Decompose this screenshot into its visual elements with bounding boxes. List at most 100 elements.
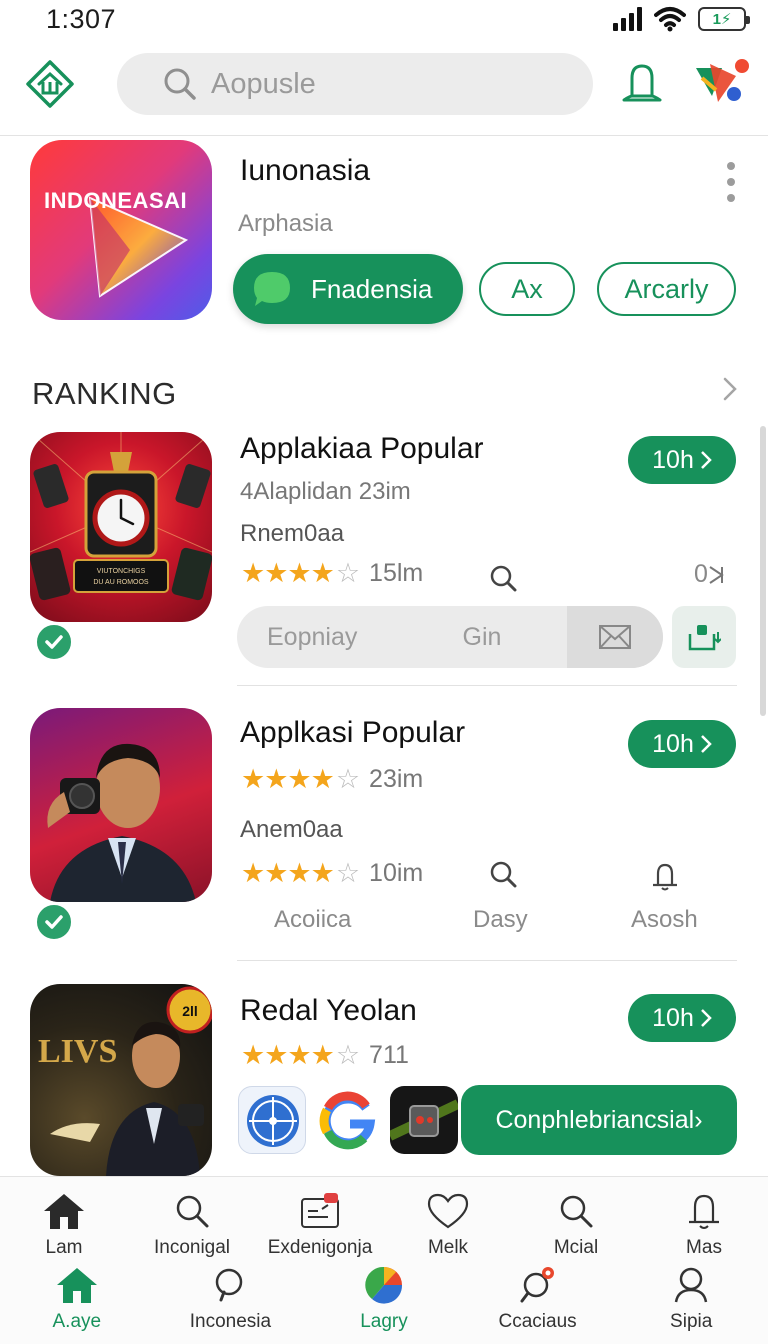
- rank-item-1-icon[interactable]: VIUTONCHIGS DU AU ROMOOS: [30, 432, 212, 622]
- brand-logo-icon[interactable]: [692, 56, 750, 110]
- related-apps: [238, 1086, 458, 1154]
- rank-item-2-time-button[interactable]: 10h: [628, 720, 736, 768]
- wifi-icon: [654, 7, 686, 32]
- compass-app-icon[interactable]: [238, 1086, 306, 1154]
- nav-item-ccaciaus[interactable]: Ccaciaus: [461, 1263, 615, 1333]
- ranking-title: RANKING: [32, 376, 177, 411]
- nav-item-inconesia[interactable]: Inconesia: [154, 1263, 308, 1333]
- nav-label: Melk: [427, 1237, 469, 1258]
- featured-app-icon[interactable]: INDONEASAI: [30, 140, 212, 320]
- rank-item-1-time-button[interactable]: 10h: [628, 436, 736, 484]
- rank-item-1[interactable]: VIUTONCHIGS DU AU ROMOOS Applakiaa Popul…: [0, 430, 768, 686]
- rank-item-1-time: 10h: [652, 445, 694, 474]
- rank-item-2-rating: ★★★★ ☆ 23im: [241, 764, 424, 794]
- rank-item-1-count: 15lm: [369, 559, 424, 587]
- app-header: [0, 48, 768, 136]
- nav-row-top: Lam Inconigal Exdenigonja Melk Mcial Mas: [0, 1189, 768, 1259]
- rank-item-2-rating-2: ★★★★ ☆ 10im: [241, 858, 424, 888]
- rank-item-2-count: 23im: [369, 765, 424, 793]
- search-input[interactable]: [211, 67, 511, 101]
- search-icon: [170, 1189, 214, 1233]
- featured-card: INDONEASAI Iunonasia Arphasia Fnadensia …: [0, 138, 768, 338]
- featured-button-arcarly[interactable]: Arcarly: [597, 262, 736, 316]
- profile-icon: [669, 1263, 713, 1307]
- search-icon: [164, 68, 196, 100]
- featured-title: Iunonasia: [240, 154, 371, 187]
- featured-subtitle: Arphasia: [238, 210, 333, 237]
- nav-item-lagry[interactable]: Lagry: [307, 1263, 461, 1333]
- nav-item-sipia[interactable]: Sipia: [614, 1263, 768, 1333]
- search-bar[interactable]: [117, 53, 593, 115]
- featured-button-ax[interactable]: Ax: [479, 262, 575, 316]
- receipt-icon: [298, 1189, 342, 1233]
- rank-item-2-icon[interactable]: [30, 708, 212, 902]
- chat-bubble-icon: [254, 272, 290, 306]
- home-logo-icon[interactable]: [26, 60, 74, 108]
- featured-primary-button[interactable]: Fnadensia: [233, 254, 463, 324]
- nav-item-inconigal[interactable]: Inconigal: [128, 1189, 256, 1259]
- bell-icon[interactable]: [650, 860, 680, 892]
- status-icons: 1⚡: [613, 6, 750, 32]
- nav-item-aaye[interactable]: A.aye: [0, 1263, 154, 1333]
- rank-item-3[interactable]: LIVS 2ll Redal Yeolan ★★★★ ☆ 711 10h Con…: [0, 984, 768, 1176]
- status-time: 1:307: [46, 4, 117, 34]
- more-options-icon[interactable]: [720, 162, 742, 202]
- rank-item-3-time-button[interactable]: 10h: [628, 994, 736, 1042]
- share-control[interactable]: 0: [694, 560, 726, 589]
- chevron-right-icon: [700, 451, 712, 469]
- rank-item-1-tagline: Rnem0aa: [240, 520, 345, 547]
- nav-item-melk[interactable]: Melk: [384, 1189, 512, 1259]
- heart-icon: [426, 1189, 470, 1233]
- rank-item-3-cta-button[interactable]: Conphlebriancsial›: [461, 1085, 737, 1155]
- nav-label: Mas: [686, 1237, 722, 1258]
- nav-item-exdenigonja[interactable]: Exdenigonja: [256, 1189, 384, 1259]
- nav-item-mcial[interactable]: Mcial: [512, 1189, 640, 1259]
- svg-text:DU AU ROMOOS: DU AU ROMOOS: [93, 579, 149, 586]
- download-icon[interactable]: [672, 606, 736, 668]
- rank-item-2-title: Applkasi Popular: [240, 716, 466, 749]
- rank-item-1-rating: ★★★★ ☆ 15lm: [241, 558, 424, 588]
- mail-icon[interactable]: [567, 606, 663, 668]
- rank-item-2-label-1[interactable]: Acoiica: [274, 906, 351, 934]
- search-icon[interactable]: [489, 564, 517, 592]
- nav-label: Inconesia: [189, 1311, 272, 1332]
- chevron-right-icon[interactable]: [720, 376, 740, 402]
- camera-app-icon[interactable]: [390, 1086, 458, 1154]
- svg-text:VIUTONCHIGS: VIUTONCHIGS: [97, 568, 146, 575]
- rank-item-2-label-2[interactable]: Dasy: [473, 906, 528, 934]
- rank-item-3-title: Redal Yeolan: [240, 994, 417, 1027]
- rank-item-1-title: Applakiaa Popular: [240, 432, 484, 465]
- rank-item-2[interactable]: Applkasi Popular ★★★★ ☆ 23im Anem0aa ★★★★…: [0, 706, 768, 962]
- home-icon: [55, 1263, 99, 1307]
- rank-item-3-icon-text: LIVS: [38, 1033, 117, 1070]
- nav-label: Lagry: [360, 1311, 408, 1332]
- rank-item-3-rating: ★★★★ ☆ 711: [241, 1040, 409, 1070]
- rank-item-1-trailing: 0: [694, 560, 708, 588]
- featured-icon-text: INDONEASAI: [44, 188, 188, 213]
- nav-item-lam[interactable]: Lam: [0, 1189, 128, 1259]
- status-bar: 1:307 1⚡: [0, 0, 768, 40]
- nav-item-mas[interactable]: Mas: [640, 1189, 768, 1259]
- rank-item-2-count-2: 10im: [369, 859, 424, 887]
- search-icon[interactable]: [489, 860, 517, 888]
- google-app-icon[interactable]: [314, 1086, 382, 1154]
- battery-text: 1⚡: [712, 11, 732, 28]
- scrollbar[interactable]: [760, 426, 766, 716]
- rank-item-1-action-bar[interactable]: Eopniay Gin: [237, 606, 663, 668]
- nav-label: Ccaciaus: [498, 1311, 577, 1332]
- pie-chart-icon: [362, 1263, 406, 1307]
- rank-item-3-icon[interactable]: LIVS 2ll: [30, 984, 212, 1176]
- signal-icon: [613, 7, 642, 31]
- rank-item-1-meta: 4Alaplidan 23im: [240, 478, 411, 505]
- chevron-right-icon: [700, 735, 712, 753]
- action-label-2[interactable]: Gin: [397, 623, 567, 652]
- bell-icon[interactable]: [618, 60, 666, 108]
- bell-icon: [682, 1189, 726, 1233]
- divider: [237, 685, 737, 686]
- share-arrow-icon: [709, 565, 724, 584]
- nav-label: A.aye: [52, 1311, 102, 1332]
- featured-primary-label: Fnadensia: [311, 273, 433, 304]
- action-label-1[interactable]: Eopniay: [237, 623, 397, 652]
- rank-item-2-label-3[interactable]: Asosh: [631, 906, 698, 934]
- rank-item-2-time: 10h: [652, 729, 694, 758]
